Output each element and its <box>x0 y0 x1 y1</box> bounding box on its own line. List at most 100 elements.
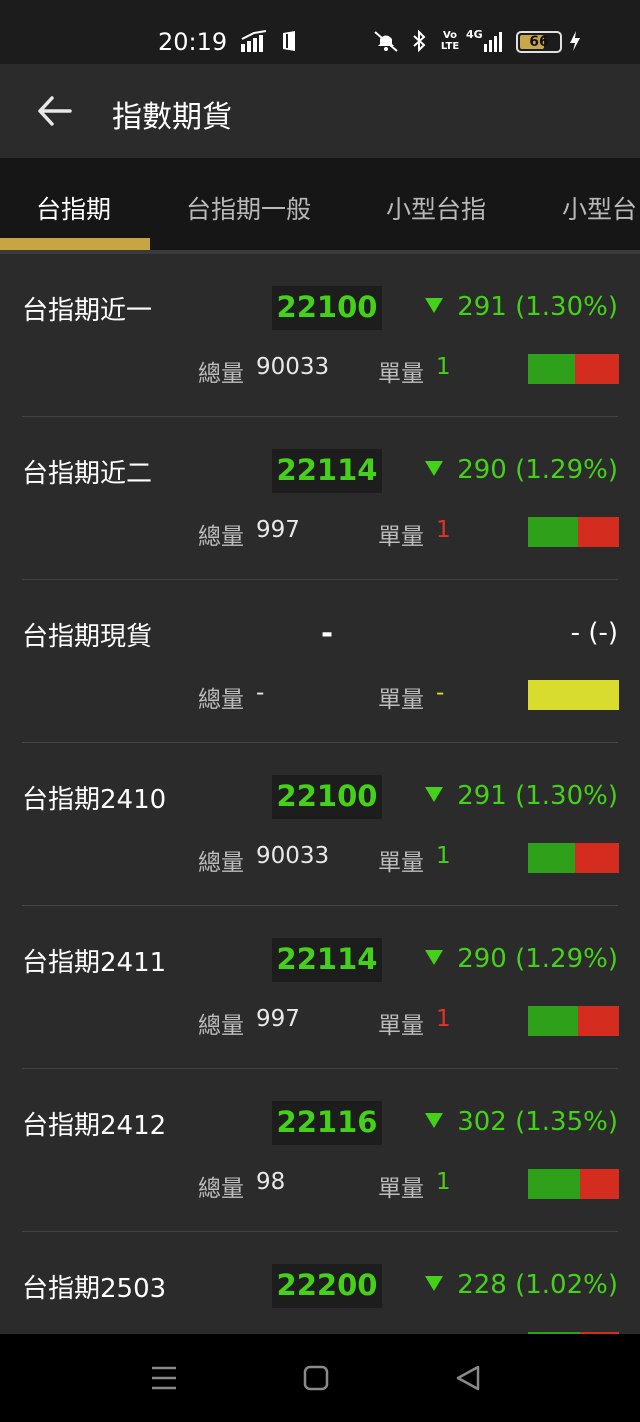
last-price: 22114 <box>276 453 378 487</box>
change-value: 291 (1.30%) <box>457 292 618 322</box>
tab-mini-taifex[interactable]: 小型台指 <box>386 190 486 226</box>
price-box: 22200 <box>272 1264 382 1308</box>
volume-value: - <box>256 680 265 706</box>
buy-sell-ratio-bar <box>528 680 619 710</box>
last-price: 22100 <box>276 290 378 324</box>
price-change: 290 (1.29%) <box>425 455 618 485</box>
price-box: 22116 <box>272 1101 382 1145</box>
contract-name: 台指期近二 <box>22 459 153 489</box>
volume-label: 總量 <box>198 1176 244 1202</box>
back-arrow-icon[interactable] <box>30 86 80 136</box>
quote-row[interactable]: 台指期2412 22116 302 (1.35%) 總量 98 單量 1 <box>0 1069 640 1232</box>
last-price: 22114 <box>276 942 378 976</box>
contract-name: 台指期2412 <box>22 1111 167 1141</box>
category-tabs: 台指期 台指期一般 小型台指 小型台 <box>0 158 640 254</box>
price-box: 22114 <box>272 938 382 982</box>
quote-row[interactable]: 台指期現貨 - - (-) 總量 - 單量 - <box>0 580 640 743</box>
price-change: 228 (1.02%) <box>425 1270 618 1300</box>
change-value: - (-) <box>570 618 618 648</box>
buy-sell-ratio-bar <box>528 843 619 873</box>
system-nav-bar <box>0 1334 640 1422</box>
contract-name: 台指期2503 <box>22 1274 167 1304</box>
status-time: 20:19 <box>158 28 228 56</box>
ratio-buy-segment <box>528 354 576 384</box>
down-triangle-icon <box>425 1113 444 1128</box>
quote-row[interactable]: 台指期2411 22114 290 (1.29%) 總量 997 單量 1 <box>0 906 640 1069</box>
volume-label: 總量 <box>198 361 244 387</box>
unit-volume-value: 1 <box>436 354 451 380</box>
quote-row[interactable]: 台指期250322200228 (1.02%)總量單量 <box>0 1232 640 1334</box>
notification-card-icon <box>283 31 295 51</box>
bluetooth-icon <box>413 30 426 52</box>
ratio-buy-segment <box>528 1006 579 1036</box>
buy-sell-ratio-bar <box>528 1006 619 1036</box>
quote-list: 台指期近一 22100 291 (1.30%) 總量 90033 單量 1 台指期近二 221… <box>0 254 640 1334</box>
ratio-neutral-segment <box>528 680 619 710</box>
price-change: 302 (1.35%) <box>425 1107 618 1137</box>
ratio-sell-segment <box>578 1006 619 1036</box>
battery-icon: 66 <box>516 31 562 53</box>
tab-mini-taifex-more[interactable]: 小型台 <box>562 190 637 226</box>
down-triangle-icon <box>425 950 444 965</box>
ratio-buy-segment <box>528 517 579 547</box>
price-change: - (-) <box>571 618 618 648</box>
change-value: 290 (1.29%) <box>457 455 618 485</box>
price-box: 22114 <box>272 449 382 493</box>
status-bar: 20:19 Vo LTE 4G 66 <box>0 0 640 64</box>
unit-volume-value: 1 <box>436 1169 451 1195</box>
ratio-sell-segment <box>578 517 619 547</box>
last-price: 22100 <box>276 779 378 813</box>
ratio-sell-segment <box>575 354 619 384</box>
volume-value: 98 <box>256 1169 286 1195</box>
network-activity-icon <box>241 30 267 52</box>
price-box: 22100 <box>272 775 382 819</box>
ratio-buy-segment <box>528 843 576 873</box>
mute-bell-icon <box>374 31 398 52</box>
unit-volume-value: - <box>436 680 445 706</box>
volume-label: 總量 <box>198 850 244 876</box>
last-price: 22116 <box>276 1105 378 1139</box>
unit-volume-value: 1 <box>436 1006 451 1032</box>
volte-icon: Vo LTE <box>440 30 460 52</box>
home-square-icon[interactable] <box>300 1362 332 1394</box>
ratio-sell-segment <box>579 1169 619 1199</box>
quote-row[interactable]: 台指期近二 22114 290 (1.29%) 總量 997 單量 1 <box>0 417 640 580</box>
ratio-buy-segment <box>528 1169 580 1199</box>
change-value: 290 (1.29%) <box>457 944 618 974</box>
unit-volume-label: 單量 <box>378 1176 424 1202</box>
change-value: 302 (1.35%) <box>457 1107 618 1137</box>
unit-volume-label: 單量 <box>378 687 424 713</box>
app-header: 指數期貨 <box>0 64 640 158</box>
tab-taifex-regular[interactable]: 台指期一般 <box>186 190 311 226</box>
price-box: 22100 <box>272 286 382 330</box>
volume-label: 總量 <box>198 524 244 550</box>
down-triangle-icon <box>425 1276 444 1291</box>
tab-taifex[interactable]: 台指期 <box>36 190 111 226</box>
contract-name: 台指期2411 <box>22 948 167 978</box>
menu-lines-icon[interactable] <box>148 1362 180 1394</box>
back-triangle-icon[interactable] <box>452 1362 484 1394</box>
price-change: 291 (1.30%) <box>425 781 618 811</box>
volume-value: 997 <box>256 517 300 543</box>
unit-volume-label: 單量 <box>378 361 424 387</box>
down-triangle-icon <box>425 461 444 476</box>
quote-row[interactable]: 台指期近一 22100 291 (1.30%) 總量 90033 單量 1 <box>0 254 640 417</box>
volume-value: 997 <box>256 1006 300 1032</box>
contract-name: 台指期近一 <box>22 296 153 326</box>
price-change: 291 (1.30%) <box>425 292 618 322</box>
page-title: 指數期貨 <box>112 100 232 135</box>
buy-sell-ratio-bar <box>528 517 619 547</box>
down-triangle-icon <box>425 787 444 802</box>
contract-name: 台指期2410 <box>22 785 167 815</box>
quote-row[interactable]: 台指期2410 22100 291 (1.30%) 總量 90033 單量 1 <box>0 743 640 906</box>
signal-strength-icon <box>484 32 502 52</box>
unit-volume-label: 單量 <box>378 524 424 550</box>
battery-level: 66 <box>529 34 549 50</box>
buy-sell-ratio-bar <box>528 1169 619 1199</box>
unit-volume-label: 單量 <box>378 850 424 876</box>
buy-sell-ratio-bar <box>528 354 619 384</box>
charging-bolt-icon <box>570 31 580 51</box>
change-value: 228 (1.02%) <box>457 1270 618 1300</box>
unit-volume-label: 單量 <box>378 1013 424 1039</box>
unit-volume-value: 1 <box>436 843 451 869</box>
